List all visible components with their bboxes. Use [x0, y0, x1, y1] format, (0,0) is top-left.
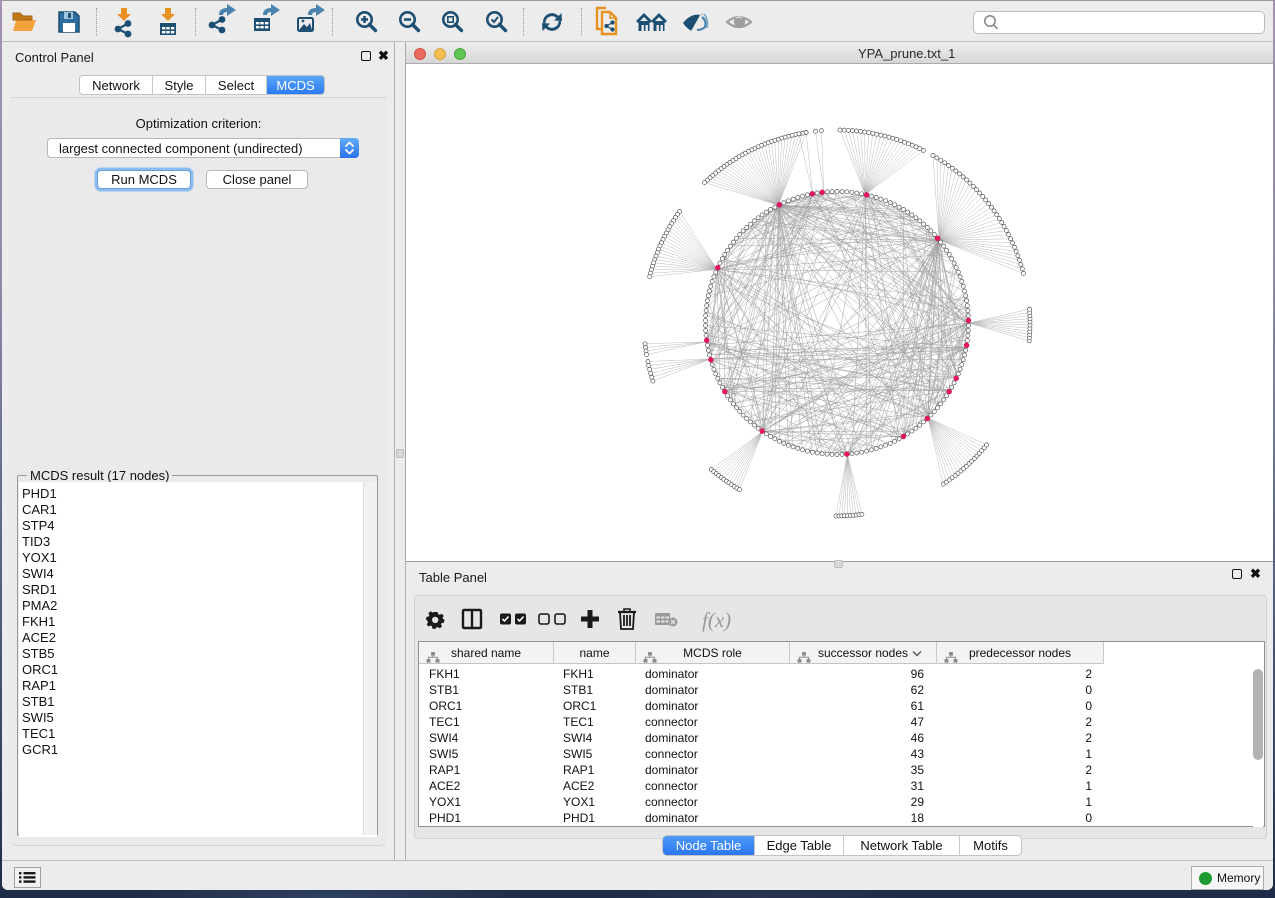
- svg-text:f(x): f(x): [702, 608, 731, 632]
